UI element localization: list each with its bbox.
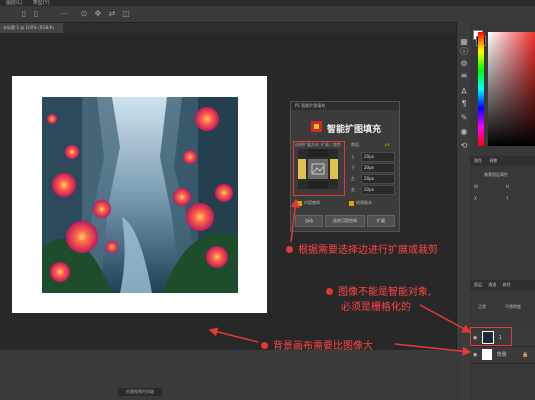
annotation-1: 根据需要选择边进行扩展或裁剪 xyxy=(286,241,438,256)
annotation-1-text: 根据需要选择边进行扩展或裁剪 xyxy=(298,245,438,256)
annotation-2b-text: 必须是栅格化的 xyxy=(341,302,411,313)
annotation-2: 图像不能是智能对象, xyxy=(326,283,431,298)
annotation-2-text: 图像不能是智能对象, xyxy=(338,287,432,298)
annotation-3: 背景画布需要比图像大 xyxy=(261,337,373,352)
annotation-3-text: 背景画布需要比图像大 xyxy=(273,341,373,352)
